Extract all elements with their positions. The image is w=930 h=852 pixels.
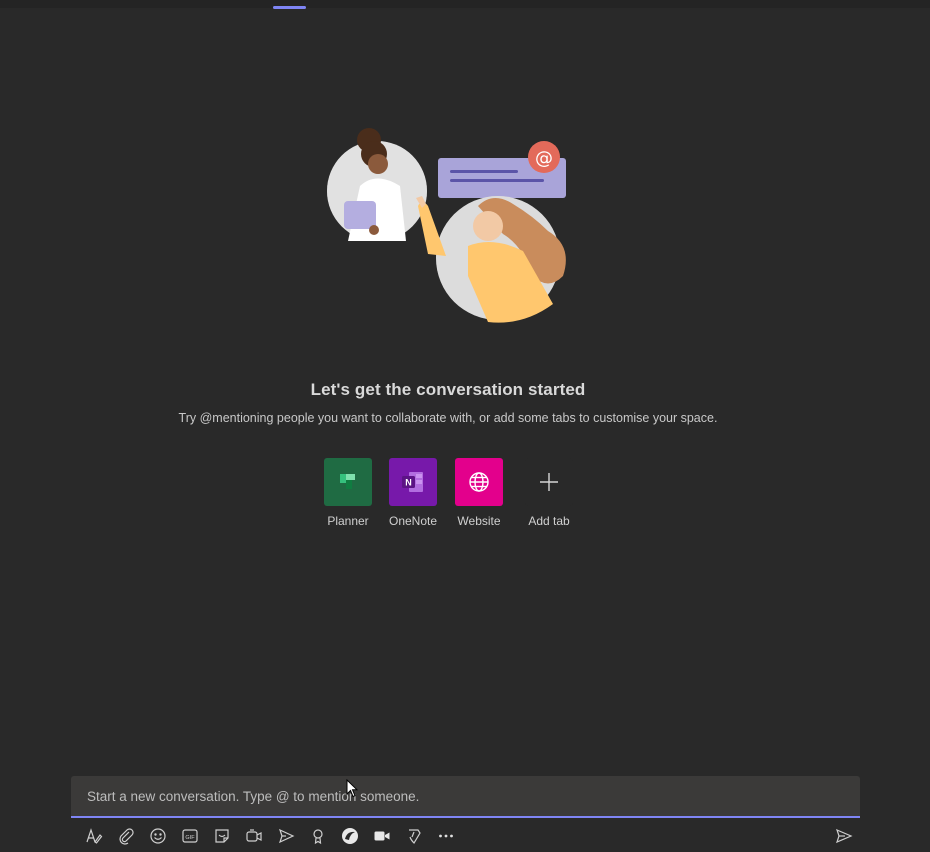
loop-icon[interactable] [336, 824, 364, 848]
attach-icon[interactable] [112, 824, 140, 848]
praise-icon[interactable] [304, 824, 332, 848]
app-label: OneNote [388, 514, 438, 528]
svg-text:GIF: GIF [185, 835, 195, 841]
planner-icon [324, 458, 372, 506]
app-label: Website [457, 514, 501, 528]
plus-icon [525, 458, 573, 506]
compose-toolbar: GIF [80, 824, 870, 848]
app-planner[interactable]: Planner [313, 458, 383, 528]
svg-text:N: N [405, 478, 412, 488]
app-website[interactable]: Website [444, 458, 514, 528]
top-bar [0, 0, 930, 8]
emoji-icon[interactable] [144, 824, 172, 848]
add-tab-button[interactable]: Add tab [514, 458, 584, 528]
gif-icon[interactable]: GIF [176, 824, 204, 848]
app-label: Planner [327, 514, 369, 528]
suggested-apps: Planner N OneNote Website Add tab [318, 458, 586, 538]
mouse-cursor [346, 779, 358, 798]
approvals-icon[interactable] [400, 824, 428, 848]
new-conversation-box[interactable] [71, 776, 860, 818]
compose-input[interactable] [71, 776, 860, 816]
active-tab-indicator [273, 6, 306, 9]
globe-icon [455, 458, 503, 506]
meet-now-icon[interactable] [240, 824, 268, 848]
sticker-icon[interactable] [208, 824, 236, 848]
svg-text:@: @ [535, 148, 553, 169]
format-icon[interactable] [80, 824, 108, 848]
more-options-icon[interactable] [432, 824, 460, 848]
stream-icon[interactable] [272, 824, 300, 848]
empty-state-subtitle: Try @mentioning people you want to colla… [178, 411, 718, 425]
empty-state-title: Let's get the conversation started [310, 380, 586, 399]
conversation-illustration: @ [327, 128, 566, 323]
app-onenote[interactable]: N OneNote [378, 458, 448, 528]
send-icon[interactable] [832, 824, 856, 848]
video-icon[interactable] [368, 824, 396, 848]
app-label: Add tab [528, 514, 570, 528]
onenote-icon: N [389, 458, 437, 506]
